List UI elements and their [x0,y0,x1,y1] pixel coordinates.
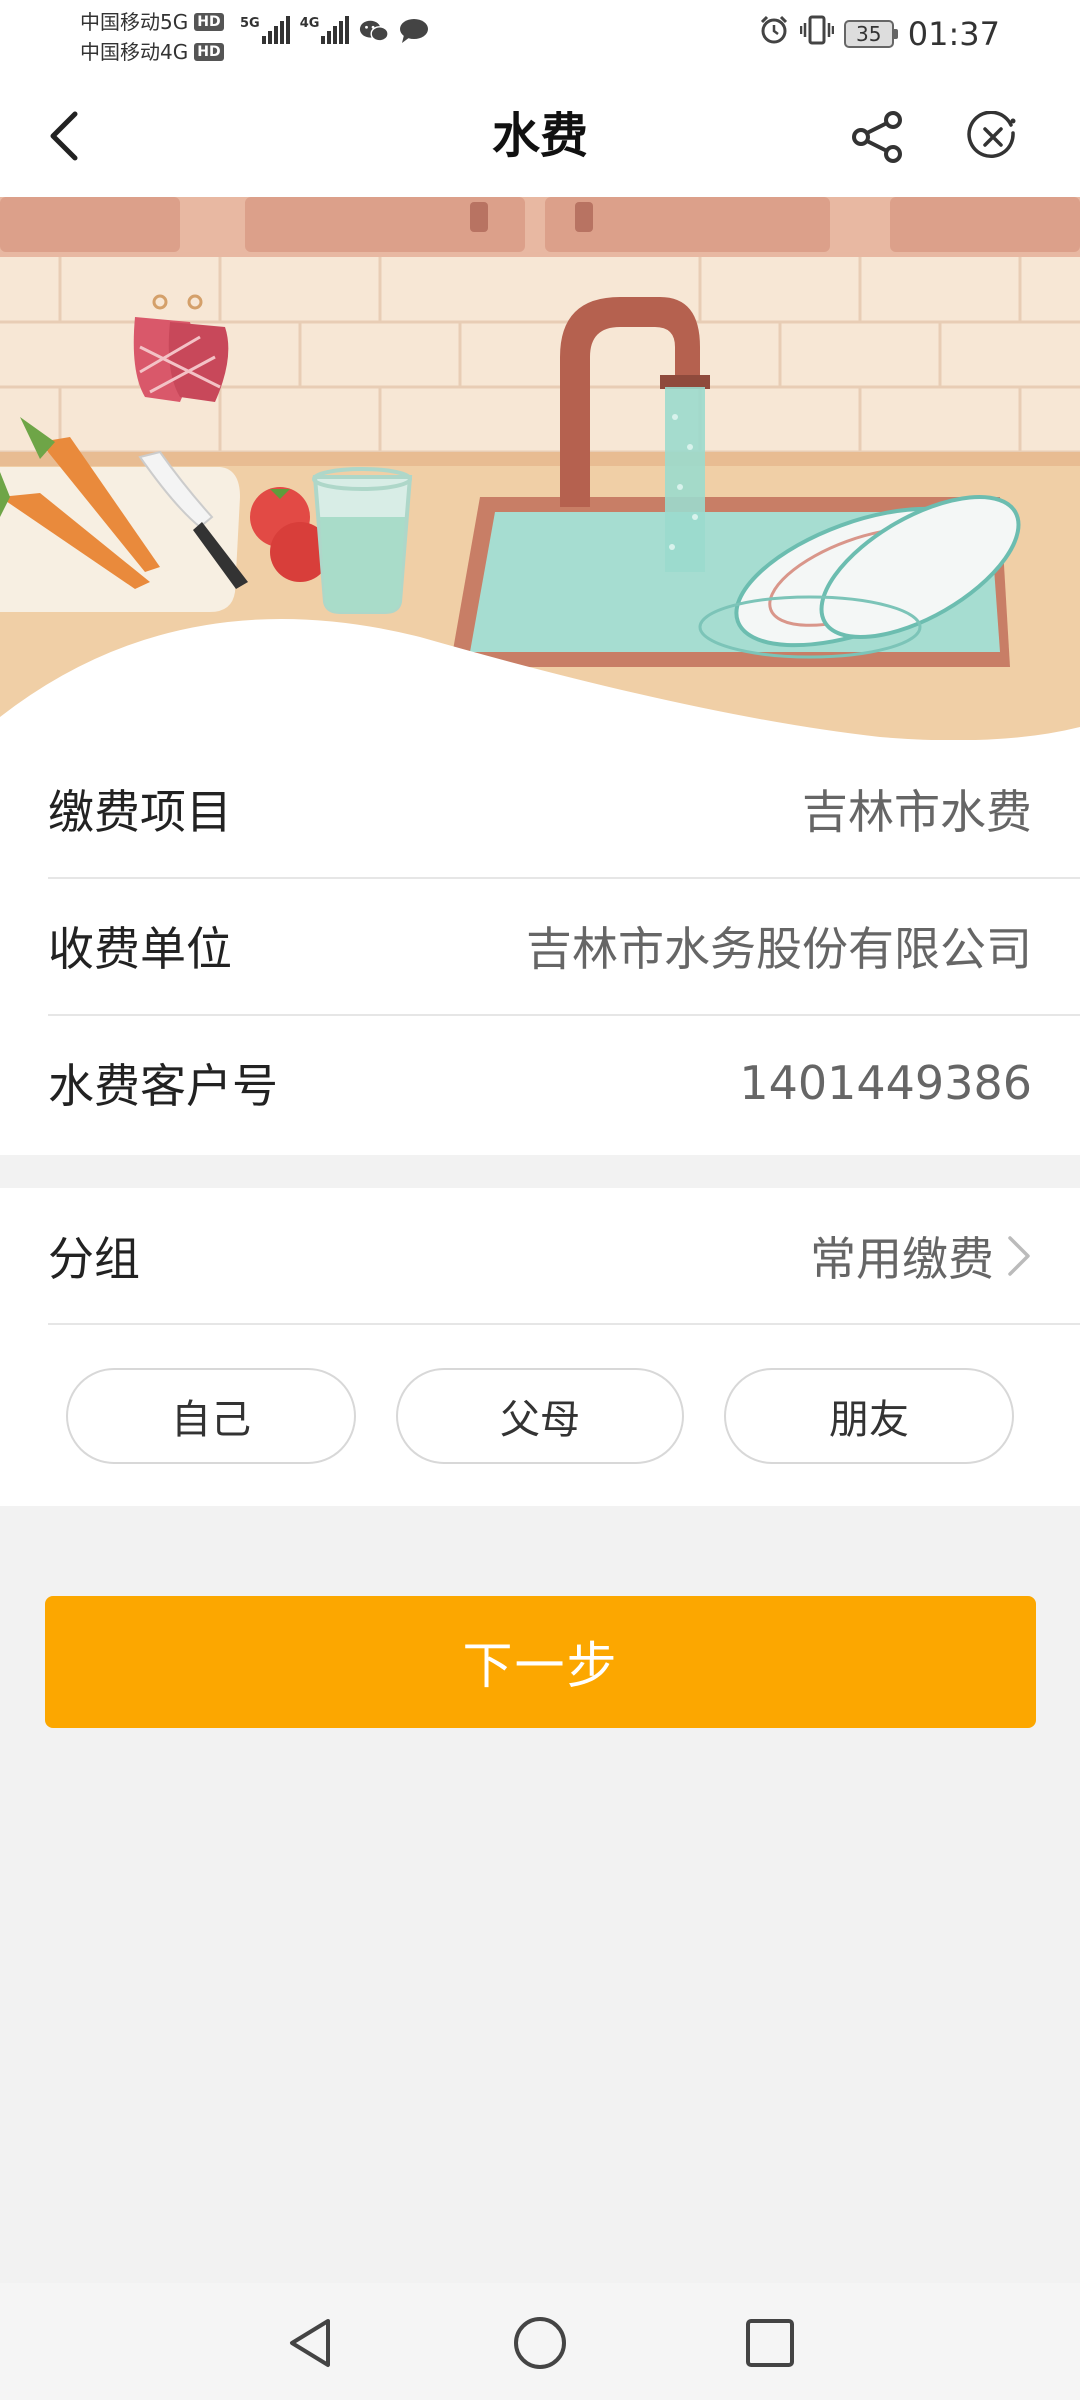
network-icons: 5G 4G [240,16,429,44]
header: 水费 [0,75,1080,197]
carrier-1-label: 中国移动5G [80,10,189,34]
group-value: 常用缴费 [810,1231,994,1286]
group-selector-row[interactable]: 分组 常用缴费 [48,1188,1032,1323]
carrier-2-label: 中国移动4G [80,40,189,64]
kitchen-banner-image [0,197,1080,757]
info-value: 1401449386 [739,1055,1032,1110]
wechat-icon [359,18,390,44]
chip-self[interactable]: 自己 [66,1368,356,1464]
close-circle-icon [967,111,1016,158]
group-label: 分组 [48,1231,140,1286]
group-card: 分组 常用缴费 自己 父母 朋友 [0,1188,1080,1506]
share-button[interactable] [840,99,916,175]
system-nav-bar [0,2283,1080,2400]
bill-info-card: 缴费项目 吉林市水费 收费单位 吉林市水务股份有限公司 水费客户号 140144… [0,740,1080,1155]
divider [48,1323,1080,1325]
chevron-left-icon [50,111,78,161]
nav-back-button[interactable] [270,2303,350,2383]
share-icon [852,111,902,163]
info-label: 水费客户号 [48,1058,278,1113]
chevron-right-icon [1008,1235,1030,1276]
square-recent-icon [746,2319,794,2367]
battery-level: 35 [843,20,894,48]
info-value: 吉林市水务股份有限公司 [526,921,1032,976]
group-chips: 自己 父母 朋友 [0,1368,1080,1468]
info-label: 收费单位 [48,921,232,976]
carrier-info: 中国移动5G HD 中国移动4G HD [80,7,224,67]
close-button[interactable] [955,99,1031,175]
hd-badge-2: HD [194,43,224,61]
next-step-button[interactable]: 下一步 [45,1596,1036,1728]
page-title: 水费 [491,108,588,164]
info-value: 吉林市水费 [802,784,1032,839]
info-row-payee: 收费单位 吉林市水务股份有限公司 [48,877,1032,1014]
nav-home-button[interactable] [500,2303,580,2383]
status-time: 01:37 [907,15,1000,53]
battery-icon: 35 [843,20,898,48]
info-row-item: 缴费项目 吉林市水费 [48,740,1032,877]
signal-4g-icon: 4G [300,16,350,44]
hd-badge-1: HD [194,13,224,31]
status-bar: 中国移动5G HD 中国移动4G HD 5G 4G 35 01:37 [0,0,1080,75]
chip-parents[interactable]: 父母 [396,1368,684,1464]
status-right: 35 01:37 [758,14,1000,54]
info-label: 缴费项目 [48,784,232,839]
circle-home-icon [514,2317,566,2369]
triangle-back-icon [290,2319,330,2367]
nav-recent-button[interactable] [730,2303,810,2383]
back-button[interactable] [30,101,100,171]
alarm-icon [758,14,790,54]
vibrate-icon [799,14,835,54]
info-row-customer-number: 水费客户号 1401449386 [48,1014,1032,1151]
signal-5g-icon: 5G [240,16,290,44]
message-icon [399,18,429,44]
chip-friends[interactable]: 朋友 [724,1368,1014,1464]
